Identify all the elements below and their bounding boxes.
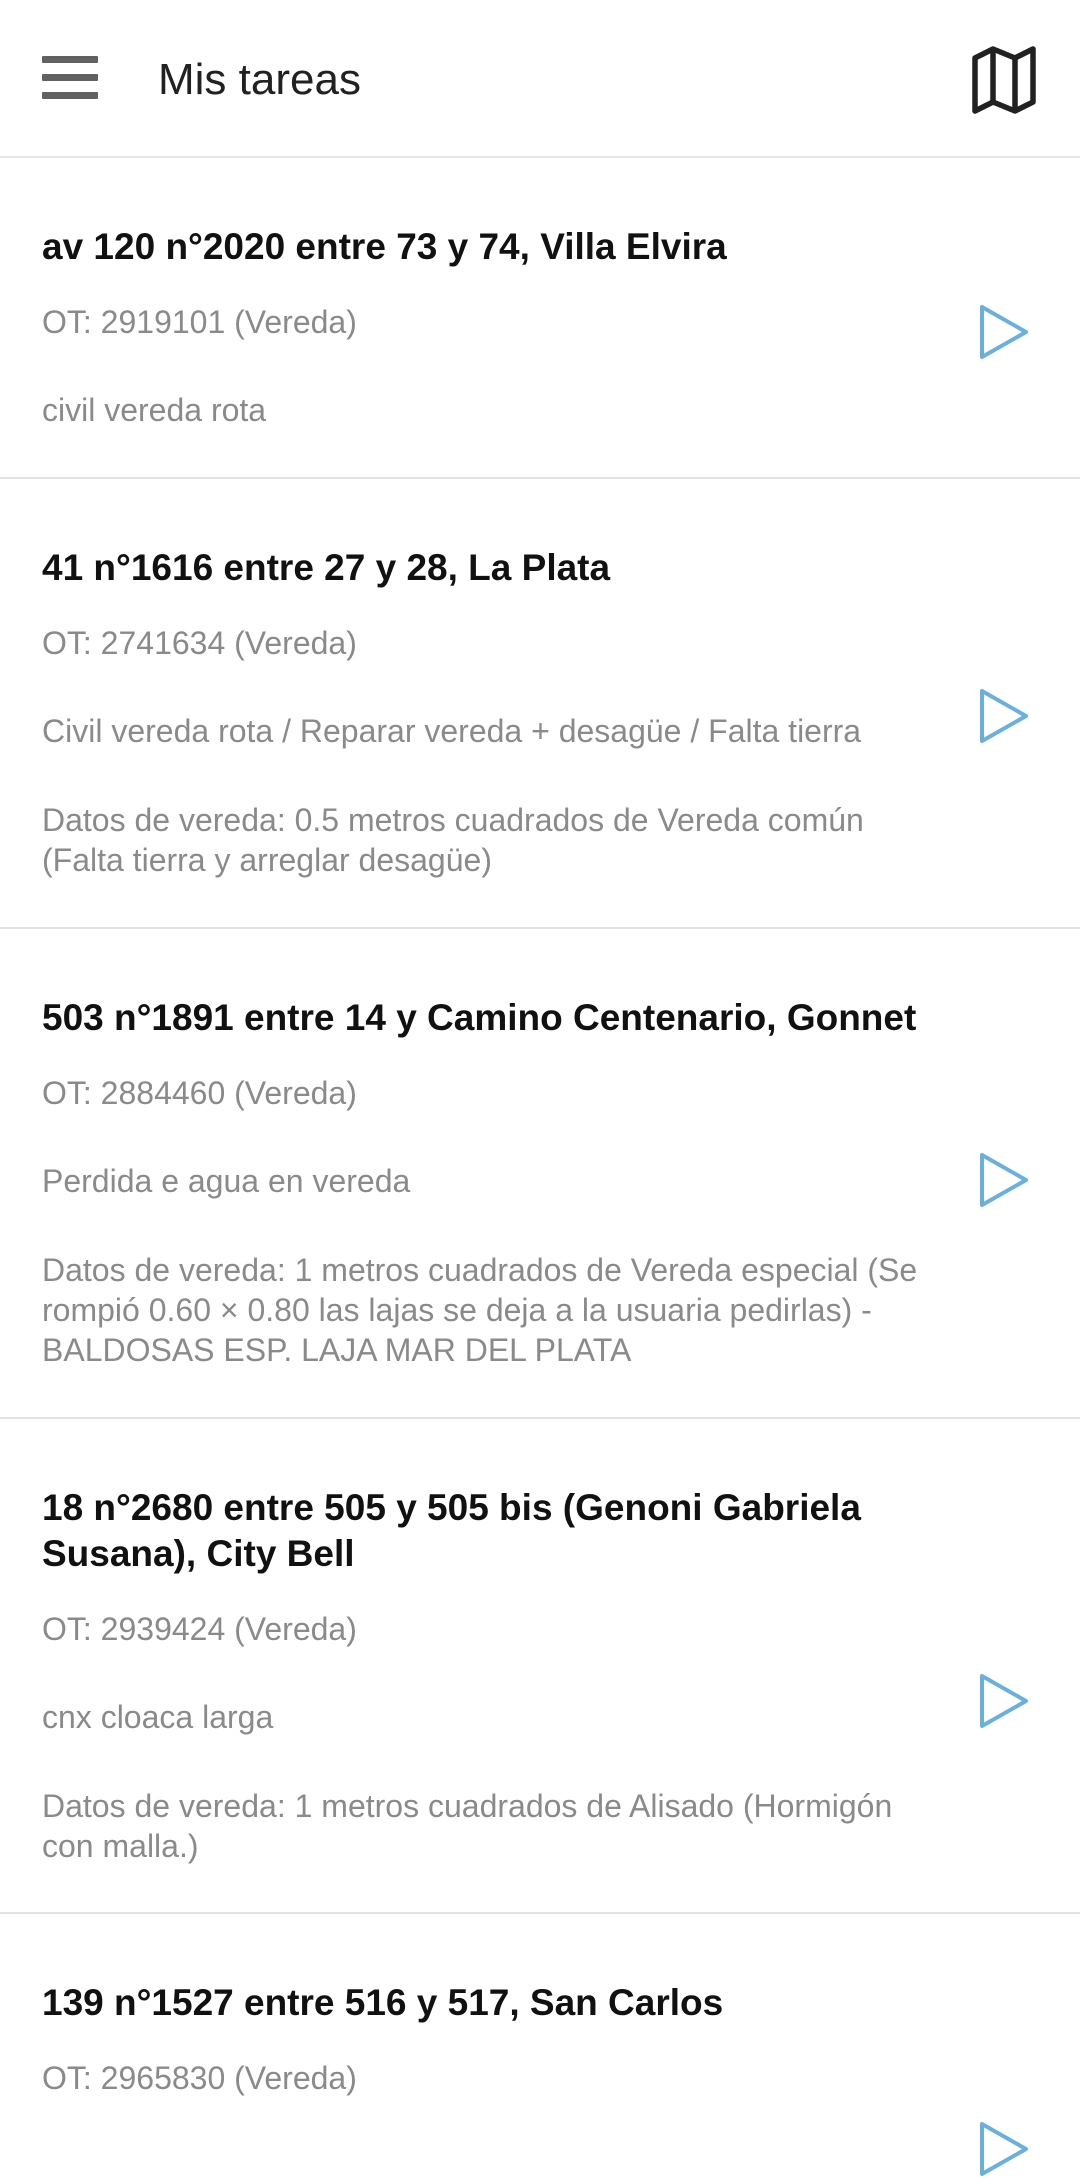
task-item[interactable]: 139 n°1527 entre 516 y 517, San Carlos O…	[0, 1914, 1080, 2176]
play-icon[interactable]	[976, 2119, 1032, 2179]
task-details: Datos de vereda: 1 metros cuadrados de V…	[42, 1252, 918, 1368]
task-address: 18 n°2680 entre 505 y 505 bis (Genoni Ga…	[42, 1487, 861, 1574]
task-address: 139 n°1527 entre 516 y 517, San Carlos	[42, 1982, 724, 2023]
task-ot: OT: 2741634 (Vereda)	[42, 625, 357, 661]
task-details: Datos de vereda: 1 metros cuadrados de A…	[42, 1788, 893, 1864]
app-bar: Mis tareas	[0, 0, 1080, 158]
play-icon[interactable]	[976, 1671, 1032, 1731]
task-item[interactable]: av 120 n°2020 entre 73 y 74, Villa Elvir…	[0, 158, 1080, 479]
task-description: cnx cloaca larga	[42, 1699, 274, 1735]
task-ot: OT: 2919101 (Vereda)	[42, 304, 357, 340]
map-icon[interactable]	[968, 44, 1040, 116]
task-address: 503 n°1891 entre 14 y Camino Centenario,…	[42, 997, 917, 1038]
task-description: civil vereda rota	[42, 392, 267, 428]
task-address: 41 n°1616 entre 27 y 28, La Plata	[42, 547, 611, 588]
task-item[interactable]: 41 n°1616 entre 27 y 28, La Plata OT: 27…	[0, 479, 1080, 929]
task-list: av 120 n°2020 entre 73 y 74, Villa Elvir…	[0, 158, 1080, 2176]
hamburger-menu-icon[interactable]	[36, 50, 106, 110]
page-title: Mis tareas	[158, 55, 361, 104]
task-details: Datos de vereda: 0.5 metros cuadrados de…	[42, 802, 864, 878]
play-icon[interactable]	[976, 686, 1032, 746]
task-ot: OT: 2965830 (Vereda)	[42, 2060, 357, 2096]
task-description: Perdida e agua en vereda	[42, 1163, 411, 1199]
play-icon[interactable]	[976, 302, 1032, 362]
task-ot: OT: 2939424 (Vereda)	[42, 1611, 357, 1647]
task-address: av 120 n°2020 entre 73 y 74, Villa Elvir…	[42, 226, 727, 267]
task-ot: OT: 2884460 (Vereda)	[42, 1075, 357, 1111]
task-description: Civil vereda rota / Reparar vereda + des…	[42, 713, 862, 749]
task-item[interactable]: 503 n°1891 entre 14 y Camino Centenario,…	[0, 929, 1080, 1419]
task-item[interactable]: 18 n°2680 entre 505 y 505 bis (Genoni Ga…	[0, 1419, 1080, 1914]
play-icon[interactable]	[976, 1150, 1032, 1210]
